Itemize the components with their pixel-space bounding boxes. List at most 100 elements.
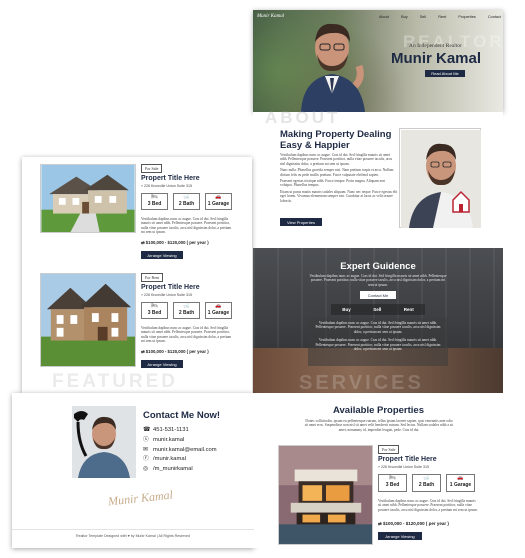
about-para-3: Praesent egestas tristique nibh. Fusce t… — [280, 179, 385, 188]
facebook-text: /munir.kamal — [153, 456, 186, 463]
contact-me-button[interactable]: Contact Me — [360, 291, 396, 299]
property-photo — [278, 445, 373, 545]
feature-bath: 🛁 2 Bath — [412, 474, 441, 492]
nav-about[interactable]: About — [379, 15, 389, 19]
hero-section: Munir Kamal About Buy Sell Rent Properti… — [253, 10, 503, 112]
nav-properties[interactable]: Properties — [458, 15, 475, 19]
contact-list: ☎ 451-531-1131 ⓢ munir.kamal ✉ munir.kamal@… — [143, 426, 217, 475]
tab-sell[interactable]: Sell — [373, 307, 381, 312]
bath-icon: 🛁 — [423, 475, 430, 481]
contact-photo — [72, 406, 136, 478]
about-para-2: Nunc nulla. Phasellus gravida semper nis… — [280, 168, 394, 177]
property-description: Vestibulum dapibus nunc ac augue. Cras i… — [141, 326, 232, 344]
feature-bed: 🛏 3 Bed — [378, 474, 407, 492]
bed-icon: 🛏 — [151, 303, 158, 309]
features-row: 🛏 3 Bed 🛁 2 Bath 🚗 1 Garage — [141, 193, 232, 210]
contact-section: Contact Me Now! ☎ 451-531-1131 ⓢ munir.kam… — [12, 393, 254, 548]
about-heading: Making Property Dealing Easy & Happier — [280, 129, 392, 151]
bath-label: 2 Bath — [418, 482, 435, 488]
about-photo — [401, 130, 481, 228]
services-heading: Expert Guidence — [340, 261, 416, 272]
skype-icon: ⓢ — [143, 436, 149, 443]
read-about-me-button[interactable]: Read About Me — [425, 70, 465, 77]
available-section: Available Properties Donec sollicitudin,… — [254, 393, 503, 548]
nav-buy[interactable]: Buy — [401, 15, 408, 19]
bed-label: 3 Bed — [385, 482, 400, 488]
footer-text: Realtor Template Designed with ♥ by Muni… — [75, 534, 191, 538]
signature: Munir Kamal — [107, 487, 174, 509]
available-heading: Available Properties — [333, 405, 424, 416]
instagram-icon: ◎ — [143, 466, 149, 473]
service-para-1: Vestibulum dapibus nunc ac augue. Cras i… — [315, 321, 441, 334]
garage-icon: 🚗 — [457, 475, 464, 481]
about-section: ABOUT Making Property Dealing Easy & Hap… — [253, 108, 503, 248]
property-address: ⌖ 226 Knoxville Union Suite 315 — [141, 293, 192, 297]
property-address: ⌖ 226 Knoxville Union Suite 315 — [141, 184, 192, 188]
address-text: 226 Knoxville Union Suite 315 — [381, 465, 429, 469]
property-description: Vestibulum dapibus nunc ac augue. Cras i… — [141, 217, 232, 235]
property-description: Vestibulum dapibus nunc ac augue. Cras i… — [378, 499, 478, 512]
tab-buy[interactable]: Buy — [342, 307, 351, 312]
bed-label: 3 Bed — [147, 310, 162, 316]
property-photo — [40, 273, 136, 367]
nav-contact[interactable]: Contact — [488, 15, 501, 19]
feature-bath: 🛁 2 Bath — [173, 193, 200, 210]
feature-bath: 🛁 2 Bath — [173, 302, 200, 319]
arrange-viewing-button[interactable]: Arrange Viewing — [141, 360, 183, 368]
instagram-text: /m_munirkamal — [153, 466, 193, 473]
main-nav: About Buy Sell Rent Properties Contact — [379, 15, 501, 19]
nav-sell[interactable]: Sell — [420, 15, 426, 19]
property-price: ⇄ $100,000 - $120,000 ( per year ) — [141, 349, 209, 355]
feature-garage: 🚗 1 Garage — [205, 302, 232, 319]
services-intro: Vestibulum dapibus nunc ac augue. Cras i… — [309, 274, 447, 287]
status-tag: For Sale — [378, 445, 400, 454]
property-title[interactable]: Propert Title Here — [378, 456, 437, 463]
service-tabs: Buy Sell Rent — [331, 304, 425, 315]
bed-icon: 🛏 — [151, 194, 158, 200]
contact-email[interactable]: ✉ munir.kamal@email.com — [143, 446, 217, 456]
property-card[interactable]: For Rent Propert Title Here ⌖ 226 Knoxvi… — [22, 273, 252, 381]
bath-icon: 🛁 — [183, 303, 190, 309]
services-watermark: SERVICES — [299, 372, 424, 393]
property-title[interactable]: Propert Title Here — [141, 175, 200, 182]
about-para-1: Vestibulum dapibus nunc ac augue. Cras i… — [280, 153, 393, 166]
contact-instagram[interactable]: ◎ /m_munirkamal — [143, 465, 217, 475]
arrange-viewing-button[interactable]: Arrange Viewing — [378, 532, 422, 540]
property-card[interactable]: For Sale Propert Title Here ⌖ 226 Knoxvi… — [22, 157, 252, 265]
property-title[interactable]: Propert Title Here — [141, 284, 200, 291]
service-para-2: Vestibulum dapibus nunc ac augue. Cras i… — [315, 338, 441, 352]
featured-section: FEATURED For Sale Propert Title Here ⌖ 2… — [22, 157, 252, 393]
hero-tagline: An Independent Realtor — [409, 43, 462, 49]
about-photo-frame — [399, 128, 481, 228]
about-watermark: ABOUT — [265, 108, 341, 127]
logo[interactable]: Munir Kamal — [257, 14, 284, 19]
contact-facebook[interactable]: ⓕ /munir.kamal — [143, 455, 217, 465]
about-para-4: Etiam ut purus mattis mauris sodales ali… — [280, 189, 398, 203]
bath-label: 2 Bath — [178, 201, 195, 207]
nav-rent[interactable]: Rent — [438, 15, 446, 19]
bed-icon: 🛏 — [389, 475, 396, 481]
status-tag: For Sale — [141, 164, 163, 173]
hero-name: Munir Kamal — [391, 50, 482, 67]
arrange-viewing-button[interactable]: Arrange Viewing — [141, 251, 183, 259]
email-icon: ✉ — [143, 446, 148, 453]
property-photo — [40, 164, 136, 233]
garage-label: 1 Garage — [207, 201, 230, 207]
bath-label: 2 Bath — [178, 310, 195, 316]
contact-phone[interactable]: ☎ 451-531-1131 — [143, 426, 217, 436]
feature-bed: 🛏 3 Bed — [141, 193, 168, 210]
tab-rent[interactable]: Rent — [404, 307, 414, 312]
bed-label: 3 Bed — [147, 201, 162, 207]
property-price: ⇄ $100,000 - $120,000 ( per year ) — [141, 240, 209, 246]
feature-bed: 🛏 3 Bed — [141, 302, 168, 319]
email-text: munir.kamal@email.com — [153, 446, 217, 453]
contact-skype[interactable]: ⓢ munir.kamal — [143, 436, 217, 446]
skype-text: munir.kamal — [153, 436, 185, 443]
address-text: 226 Knoxville Union Suite 315 — [144, 184, 192, 188]
property-card[interactable]: For Sale Propert Title Here ⌖ 226 Knoxvi… — [254, 443, 503, 547]
feature-garage: 🚗 1 Garage — [205, 193, 232, 210]
bath-icon: 🛁 — [183, 194, 190, 200]
realtor-photo — [301, 23, 365, 112]
address-text: 226 Knoxville Union Suite 315 — [144, 293, 192, 297]
view-properties-button[interactable]: View Properties — [280, 218, 322, 226]
